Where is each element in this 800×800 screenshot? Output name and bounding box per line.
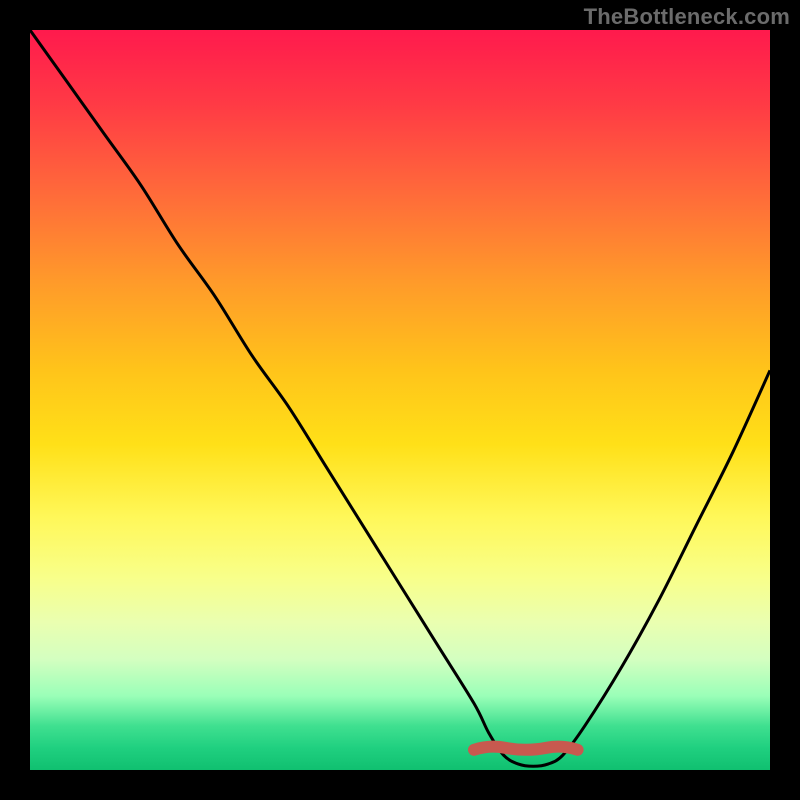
- recommended-marker: [474, 747, 578, 750]
- watermark-text: TheBottleneck.com: [584, 4, 790, 30]
- curve-layer: [30, 30, 770, 770]
- bottleneck-chart: TheBottleneck.com: [0, 0, 800, 800]
- plot-area: [30, 30, 770, 770]
- bottleneck-curve: [30, 30, 770, 766]
